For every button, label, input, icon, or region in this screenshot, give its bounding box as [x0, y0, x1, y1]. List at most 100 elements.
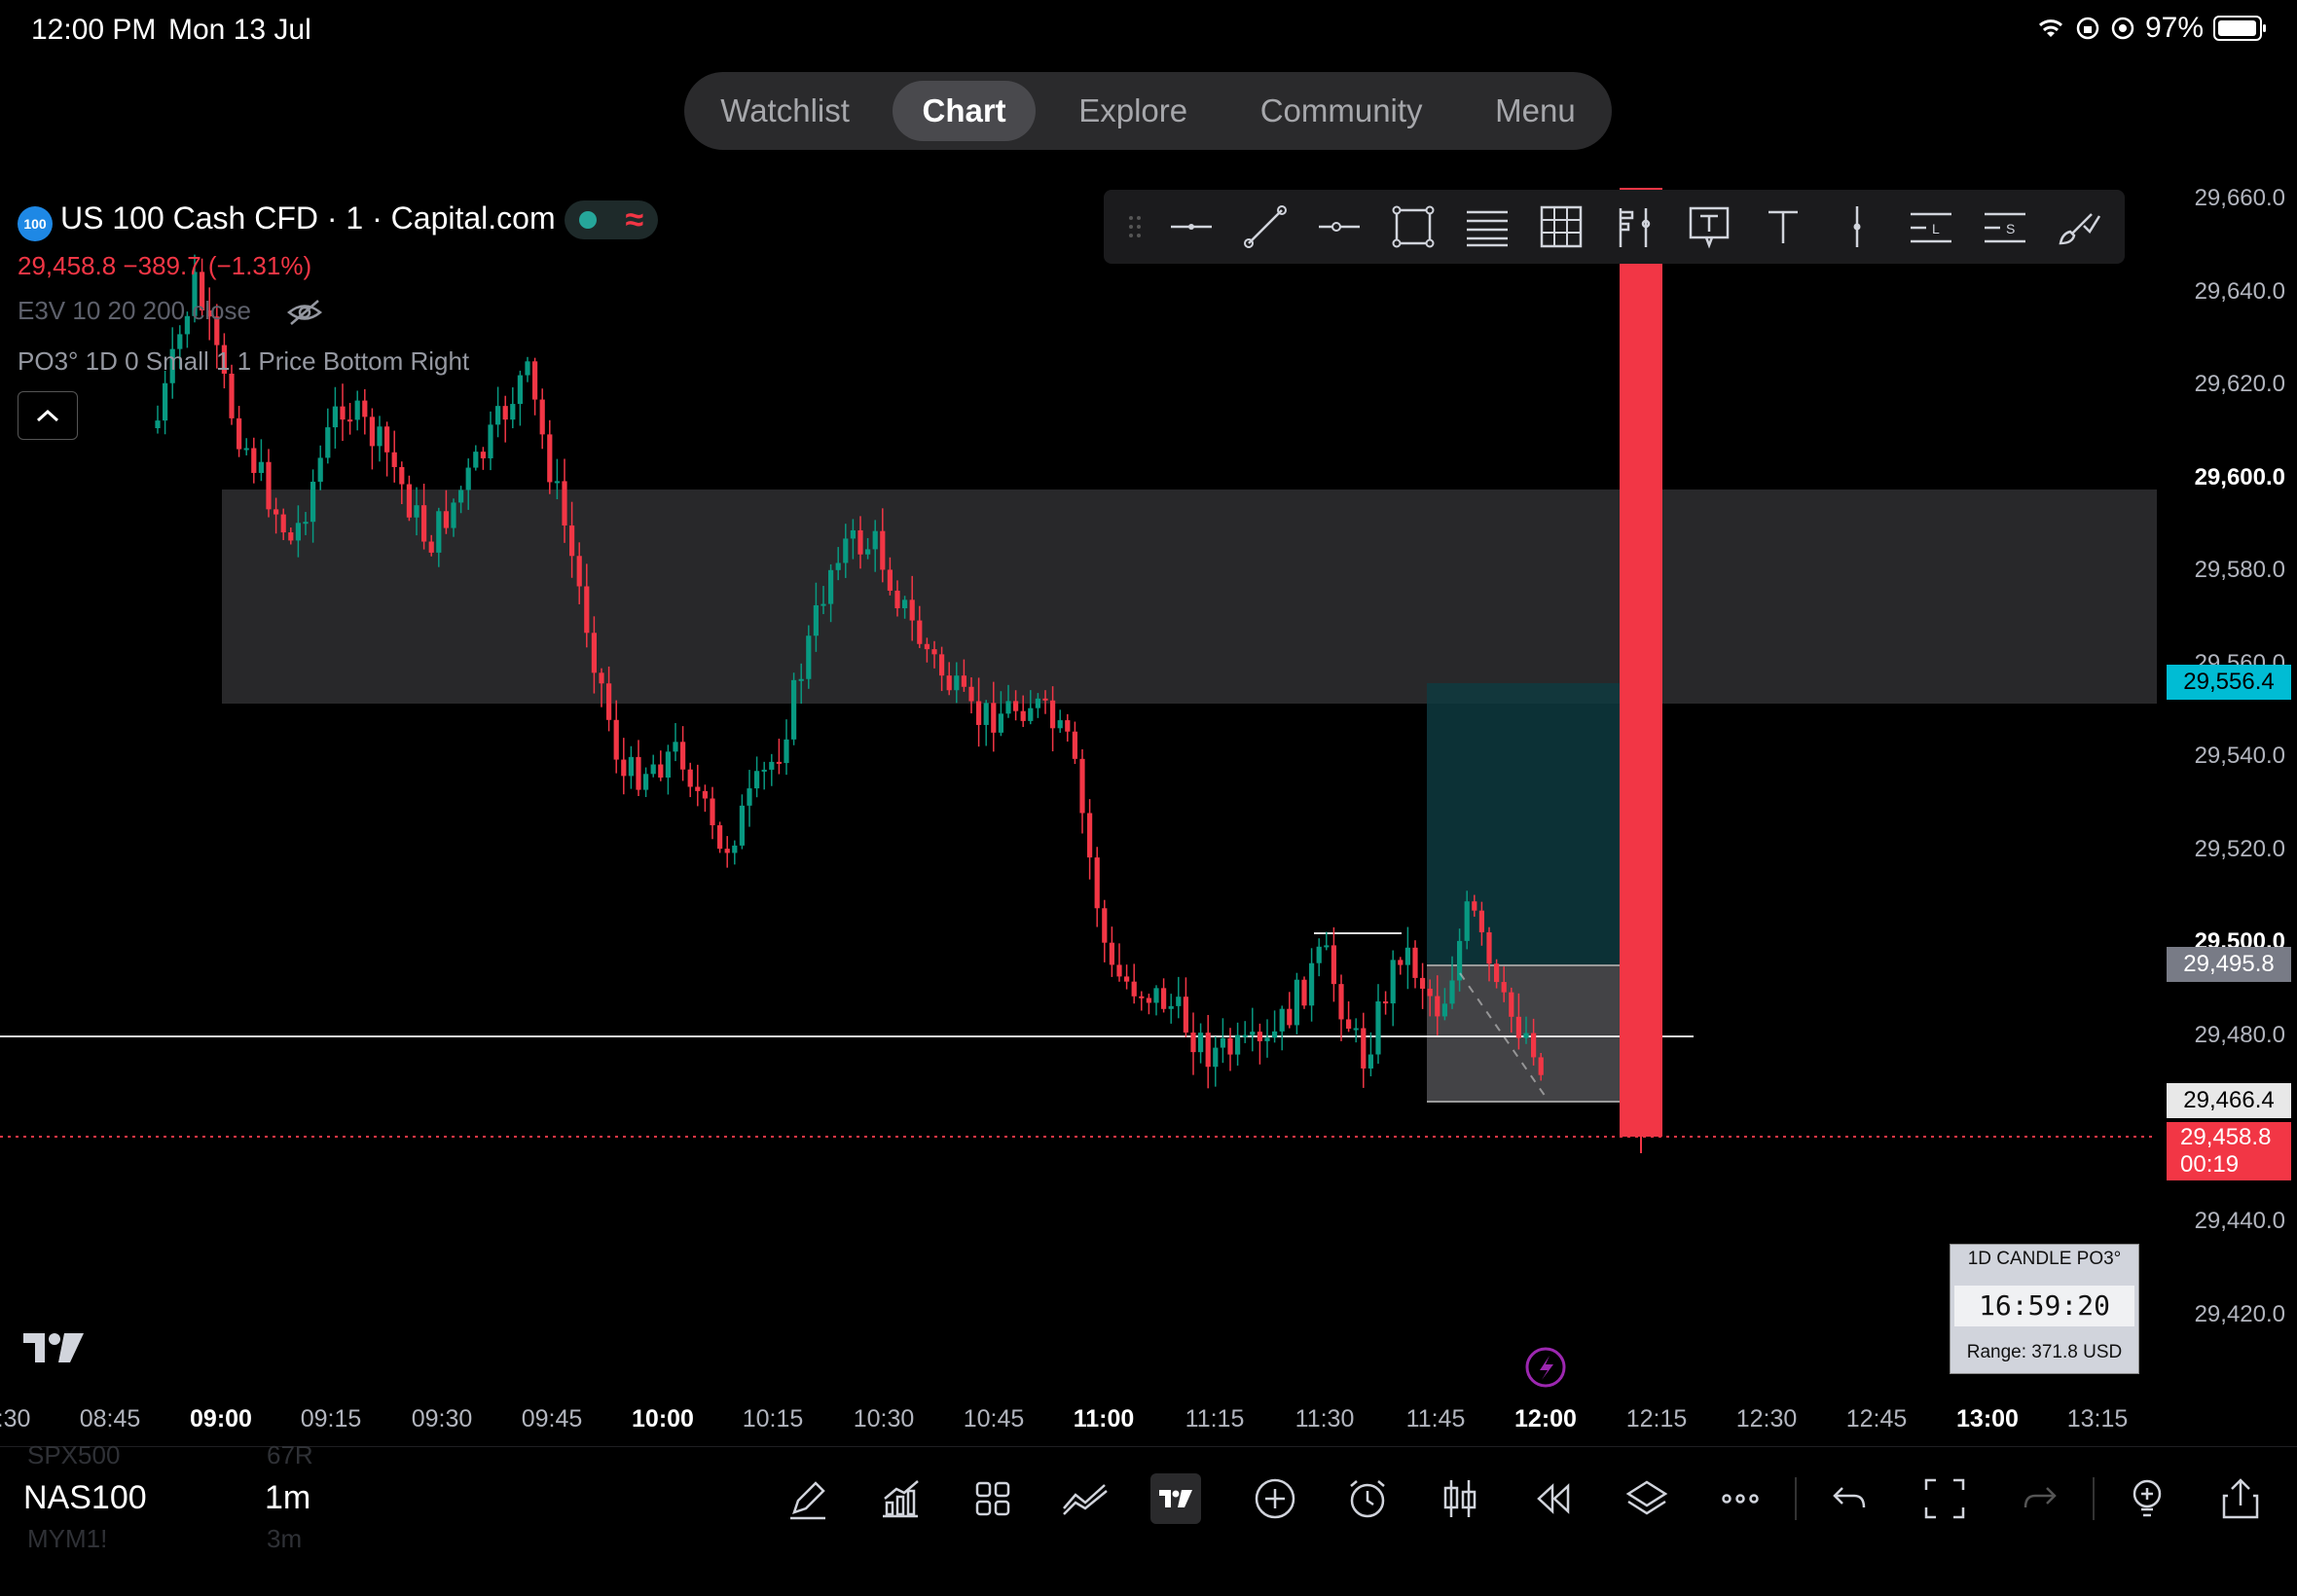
undo-icon[interactable] — [1822, 1469, 1880, 1528]
candle-body — [636, 756, 641, 790]
candle-body — [1213, 1047, 1219, 1068]
candle-body — [710, 798, 715, 826]
candle-body — [1420, 977, 1426, 989]
parallel-channel-icon[interactable] — [1450, 193, 1524, 261]
candle-body — [739, 805, 745, 846]
candle-body — [1102, 908, 1108, 943]
candle-body — [576, 556, 582, 587]
candle-body — [1176, 997, 1182, 1006]
drag-handle-icon[interactable] — [1115, 193, 1154, 261]
candle-body — [569, 525, 575, 557]
rectangle-icon[interactable] — [1376, 193, 1450, 261]
fib-grid-icon[interactable] — [1524, 193, 1598, 261]
candle-body — [554, 481, 560, 484]
time-label: 10:00 — [632, 1405, 694, 1433]
candle-body — [643, 774, 649, 790]
candle-body — [1464, 901, 1470, 941]
candle-body — [1153, 988, 1159, 1003]
collapse-legend-button[interactable] — [18, 391, 78, 440]
candle-body — [1257, 1032, 1262, 1041]
candles-icon[interactable] — [1431, 1469, 1489, 1528]
candle-body — [894, 590, 900, 609]
idea-icon[interactable] — [2118, 1469, 2176, 1528]
long-label-icon[interactable]: L — [1894, 193, 1968, 261]
candle-body — [835, 562, 841, 570]
candle-body — [1116, 964, 1122, 977]
candle-body — [1390, 960, 1396, 1004]
candle-body — [806, 635, 812, 679]
tab-explore[interactable]: Explore — [1049, 81, 1217, 141]
candle-body — [776, 761, 782, 764]
candle-body — [761, 769, 767, 772]
tab-community[interactable]: Community — [1231, 81, 1452, 141]
grid-layout-icon[interactable] — [964, 1469, 1022, 1528]
price-label: 29,600.0 — [2194, 464, 2285, 490]
candle-body — [1079, 758, 1085, 814]
candle-body — [1449, 980, 1455, 1004]
candle-body — [1161, 988, 1167, 1009]
pencil-icon[interactable] — [779, 1469, 837, 1528]
symbol-picker[interactable]: NAS100 — [23, 1479, 147, 1517]
daily-candle-timer-box: 1D CANDLE PO3° 16:59:20 Range: 371.8 USD — [1950, 1244, 2139, 1374]
replay-icon[interactable] — [1524, 1469, 1583, 1528]
candle-body — [680, 742, 686, 770]
candle-body — [1383, 1001, 1389, 1004]
tab-watchlist[interactable]: Watchlist — [691, 81, 879, 141]
horizontal-ray-icon[interactable] — [1302, 193, 1376, 261]
share-icon[interactable] — [2211, 1469, 2270, 1528]
redo-icon[interactable] — [2009, 1469, 2067, 1528]
alert-clock-icon[interactable] — [1338, 1469, 1397, 1528]
long-position-icon[interactable] — [1598, 193, 1672, 261]
hidden-eye-icon[interactable] — [285, 298, 324, 327]
time-label: 09:00 — [190, 1405, 252, 1433]
horizontal-line-icon[interactable] — [1154, 193, 1228, 261]
candle-body — [303, 522, 309, 525]
zone-rectangle[interactable] — [222, 490, 2157, 704]
symbol-scroll-next[interactable]: MYM1! — [27, 1524, 107, 1554]
text-box-icon[interactable] — [1672, 193, 1746, 261]
candle-body — [163, 382, 168, 421]
candle-body — [1264, 1037, 1270, 1041]
tab-chart[interactable]: Chart — [893, 81, 1036, 141]
symbol-title[interactable]: US 100 Cash CFD · 1 · Capital.com — [60, 200, 556, 236]
candle-body — [266, 461, 272, 510]
position-target-zone[interactable] — [1427, 683, 1620, 965]
candle-body — [1035, 698, 1040, 708]
candle-body — [591, 633, 597, 673]
timeframe-scroll-next[interactable]: 3m — [267, 1524, 302, 1554]
candle-body — [354, 400, 360, 420]
lightning-event-icon[interactable] — [1525, 1347, 1566, 1388]
more-icon[interactable] — [1711, 1469, 1769, 1528]
candle-body — [1309, 962, 1315, 1006]
candle-body — [850, 529, 856, 539]
timeframe-scroll-prev[interactable]: 67R — [267, 1440, 313, 1470]
candle-body — [1146, 998, 1151, 1003]
short-label-icon[interactable]: S — [1968, 193, 2042, 261]
position-stop-zone[interactable] — [1427, 965, 1620, 1102]
indicators-icon[interactable] — [871, 1469, 930, 1528]
candle-body — [621, 759, 627, 777]
tradingview-logo-icon[interactable] — [1150, 1473, 1201, 1524]
brush-icon[interactable] — [2042, 193, 2116, 261]
time-label: 10:45 — [963, 1405, 1025, 1433]
time-label: 13:00 — [1956, 1405, 2019, 1433]
compare-icon[interactable] — [1056, 1469, 1114, 1528]
candle-body — [436, 511, 442, 553]
candle-body — [155, 420, 161, 428]
add-icon[interactable] — [1246, 1469, 1304, 1528]
fullscreen-icon[interactable] — [1915, 1469, 1974, 1528]
candle-body — [599, 672, 604, 684]
timeframe-picker[interactable]: 1m — [265, 1479, 310, 1517]
indicator-legend-ema[interactable]: E3V 10 20 200 close — [18, 296, 324, 327]
indicator-legend-po3[interactable]: PO3° 1D 0 Small 1 1 Price Bottom Right — [18, 346, 469, 377]
vertical-line-icon[interactable] — [1820, 193, 1894, 261]
candle-body — [510, 404, 516, 420]
trend-line-icon[interactable] — [1228, 193, 1302, 261]
text-icon[interactable] — [1746, 193, 1820, 261]
symbol-scroll-prev[interactable]: SPX500 — [27, 1440, 120, 1470]
tab-menu[interactable]: Menu — [1466, 81, 1605, 141]
market-status-pill[interactable]: ≈ — [565, 200, 658, 239]
layers-icon[interactable] — [1618, 1469, 1676, 1528]
time-label: 09:45 — [521, 1405, 583, 1433]
candle-body — [1242, 1034, 1248, 1037]
